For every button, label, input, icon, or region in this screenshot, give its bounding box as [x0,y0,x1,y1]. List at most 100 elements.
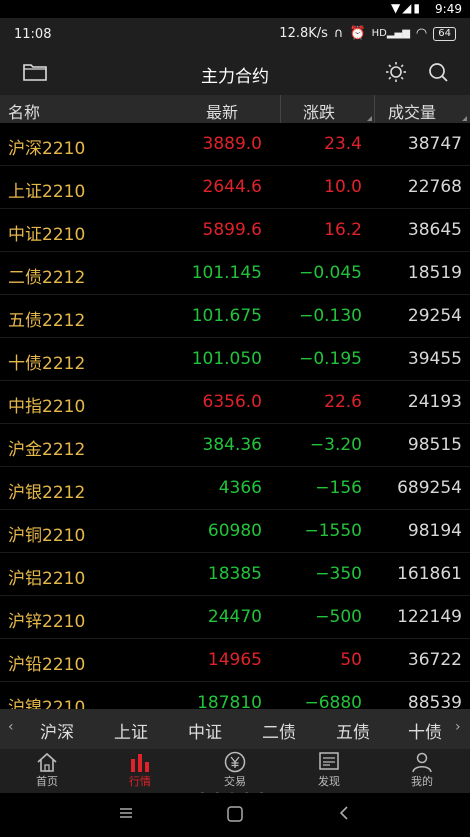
price-change: −0.045 [299,263,362,283]
tab-shangzheng[interactable]: 上证 [114,718,148,743]
back-icon[interactable] [336,805,352,821]
quote-row[interactable]: 沪铜2210 60980 −1550 98194 [0,510,470,553]
contract-name: 十债2212 [8,354,86,374]
latest-price: 101.675 [191,306,262,326]
contract-name: 沪镍2210 [8,698,86,709]
contract-name: 中指2210 [8,397,86,417]
bottom-nav: 首页 行情 交易 发现 我的 ○○●○○ [0,749,470,802]
home-icon [37,752,57,772]
contract-name: 五债2212 [8,311,86,331]
nav-trade[interactable]: 交易 [205,751,265,789]
status-clock: 11:08 [14,27,52,42]
quote-list: 沪深2210 3889.0 23.4 38747 上证2210 2644.6 10.0 227… [0,123,470,709]
quote-row[interactable]: 五债2212 101.675 −0.130 29254 [0,295,470,338]
menu-icon[interactable] [118,805,134,821]
tab-shizhai[interactable]: 十债 [408,718,442,743]
quote-row[interactable]: 十债2212 101.050 −0.195 39455 [0,338,470,381]
quote-row[interactable]: 二债2212 101.145 −0.045 18519 [0,252,470,295]
latest-price: 24470 [207,607,262,627]
contract-name: 沪铅2210 [8,655,86,675]
nav-label: 交易 [224,775,246,788]
headset-icon: ∩ [333,26,344,41]
contract-name: 上证2210 [8,182,86,202]
price-change: 22.6 [324,392,362,412]
volume: 122149 [397,607,462,627]
quote-row[interactable]: 沪深2210 3889.0 23.4 38747 [0,123,470,166]
latest-price: 4366 [218,478,262,498]
title-bar: 主力合约 [0,50,470,95]
sort-indicator-icon [367,116,372,121]
nav-home[interactable]: 首页 [17,751,77,789]
col-volume[interactable]: 成交量 [388,99,436,123]
category-tabs: ‹ 沪深 上证 中证 二债 五债 十债 › [0,709,470,749]
latest-price: 2644.6 [202,177,262,197]
status-bar: 11:08 12.8K/s ∩ ⏰ HD▂▄▆ ◠ 64 [0,18,470,50]
col-name[interactable]: 名称 [8,99,40,123]
volume: 24193 [407,392,462,412]
quote-row[interactable]: 中指2210 6356.0 22.6 24193 [0,381,470,424]
col-latest[interactable]: 最新 [206,99,238,123]
volume: 98515 [407,435,462,455]
brightness-icon[interactable] [383,61,409,83]
quote-row[interactable]: 沪铝2210 18385 −350 161861 [0,553,470,596]
sort-indicator-icon [462,116,467,121]
system-nav-bar [0,793,470,837]
price-change: −350 [315,564,362,584]
header-divider [280,95,281,123]
volume: 36722 [407,650,462,670]
wifi-icon: ◠ [415,26,428,41]
latest-price: 18385 [207,564,262,584]
latest-price: 6356.0 [202,392,262,412]
quote-row[interactable]: 沪银2212 4366 −156 689254 [0,467,470,510]
contract-name: 沪铜2210 [8,526,86,546]
volume: 38747 [407,134,462,154]
tab-hushen[interactable]: 沪深 [40,718,74,743]
latest-price: 60980 [207,521,262,541]
signal-icon: HD▂▄▆ [371,28,410,39]
price-change: −6880 [304,693,362,709]
discover-icon [319,752,339,770]
contract-name: 沪金2212 [8,440,86,460]
price-change: −500 [315,607,362,627]
net-speed: 12.8K/s [279,26,328,41]
latest-price: 14965 [207,650,262,670]
volume: 161861 [397,564,462,584]
tab-zhongzheng[interactable]: 中证 [188,718,222,743]
contract-name: 二债2212 [8,268,86,288]
nav-label: 行情 [129,775,151,788]
price-change: −156 [315,478,362,498]
column-header: 名称 最新 涨跌 成交量 [0,95,470,123]
volume: 88539 [407,693,462,709]
quote-row[interactable]: 沪铅2210 14965 50 36722 [0,639,470,682]
quote-row[interactable]: 沪金2212 384.36 −3.20 98515 [0,424,470,467]
quote-row[interactable]: 上证2210 2644.6 10.0 22768 [0,166,470,209]
price-change: 50 [340,650,362,670]
quote-row[interactable]: 中证2210 5899.6 16.2 38645 [0,209,470,252]
chevron-right-icon[interactable]: › [455,719,461,735]
nav-label: 发现 [318,775,340,788]
wifi-signal-icons: ▼◢▮ [390,1,422,15]
volume: 18519 [407,263,462,283]
col-change[interactable]: 涨跌 [303,99,335,123]
volume: 29254 [407,306,462,326]
home-button-icon[interactable] [226,805,244,823]
quote-row[interactable]: 沪镍2210 187810 −6880 88539 [0,682,470,709]
volume: 39455 [407,349,462,369]
yen-icon [224,751,246,773]
price-change: −0.195 [299,349,362,369]
nav-profile[interactable]: 我的 [392,751,452,789]
header-divider [374,95,375,123]
volume: 98194 [407,521,462,541]
latest-price: 3889.0 [202,134,262,154]
latest-price: 187810 [197,693,262,709]
search-icon[interactable] [426,61,452,83]
tab-wuzhai[interactable]: 五债 [336,718,370,743]
tab-erzhai[interactable]: 二债 [262,718,296,743]
contract-name: 中证2210 [8,225,86,245]
nav-discover[interactable]: 发现 [299,751,359,789]
quote-row[interactable]: 沪锌2210 24470 −500 122149 [0,596,470,639]
nav-market[interactable]: 行情 [110,751,170,789]
latest-price: 5899.6 [202,220,262,240]
chevron-left-icon[interactable]: ‹ [8,719,14,735]
price-change: 16.2 [324,220,362,240]
